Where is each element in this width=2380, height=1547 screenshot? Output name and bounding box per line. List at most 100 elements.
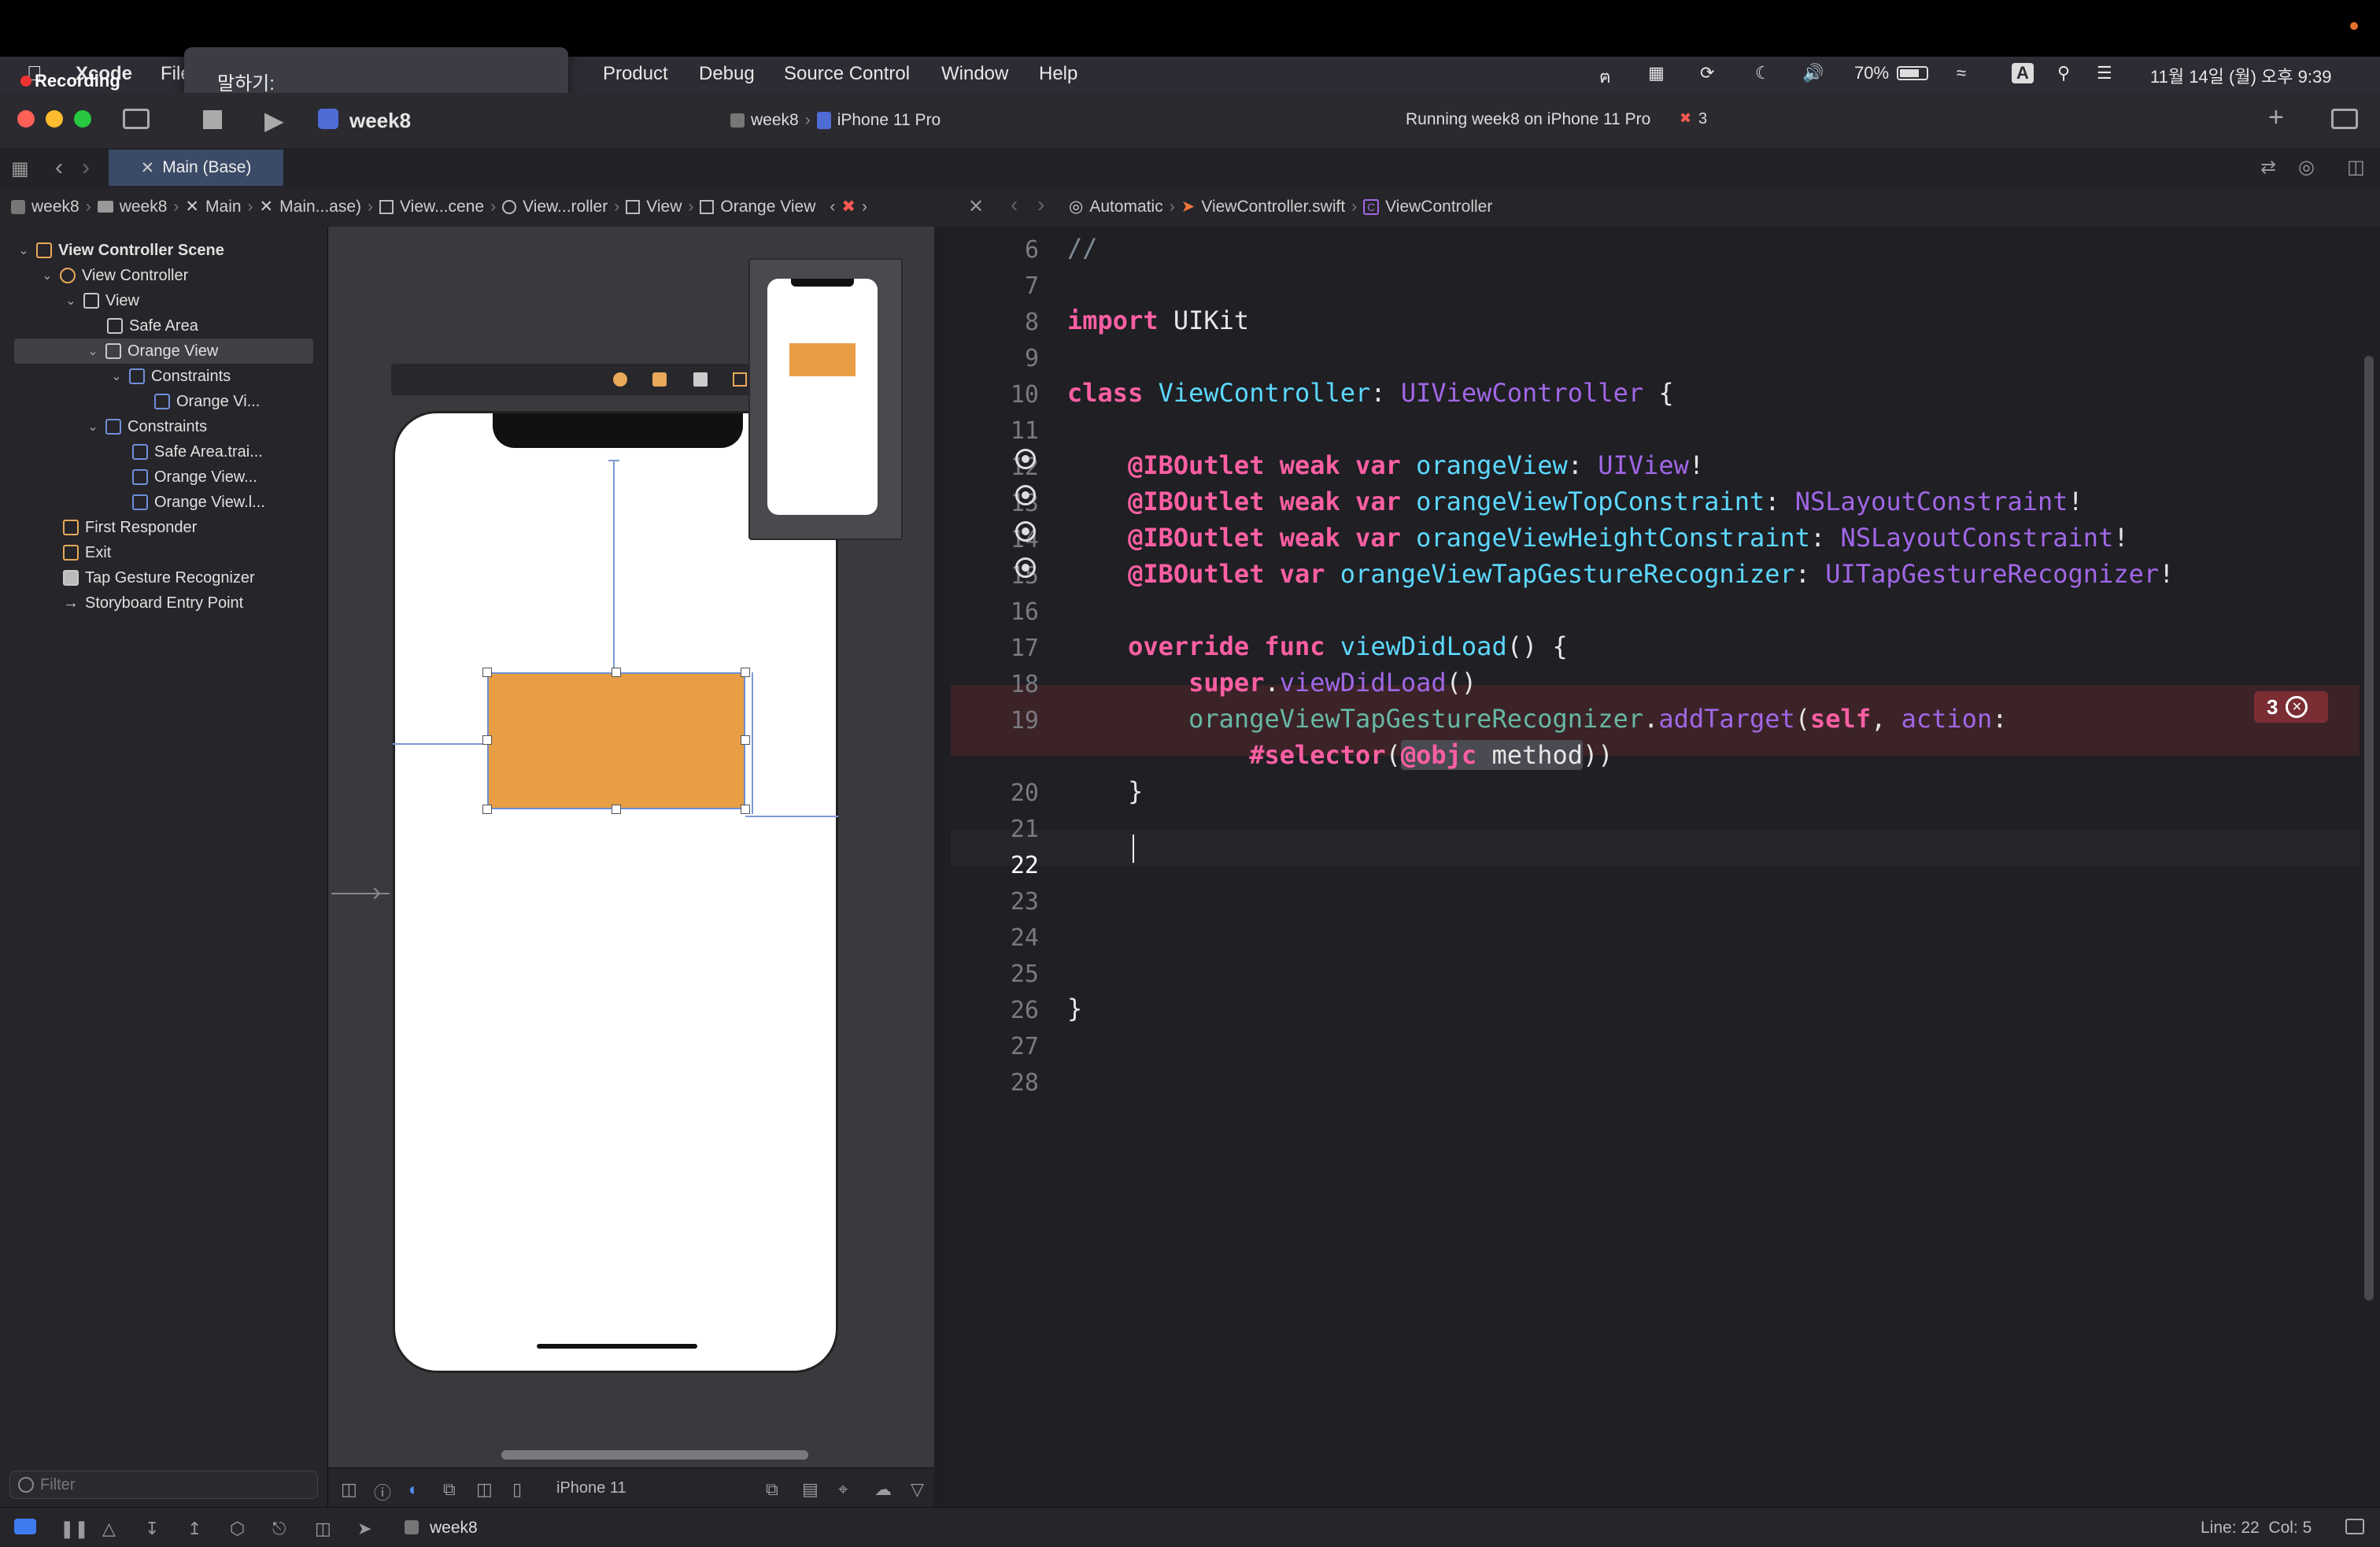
wifi-icon[interactable]: ≈	[1957, 63, 1966, 83]
code-editor[interactable]: 6 7 8 9 10 11 12 13 14 15 16 17 18 19 20 21 22 23 24 25 26 27…	[951, 227, 2380, 1507]
battery-icon[interactable]	[1897, 66, 1928, 80]
device-frame[interactable]	[393, 411, 838, 1373]
script-icon[interactable]: ฅ	[1599, 63, 1611, 91]
appearance-icon[interactable]: ◐	[408, 1479, 419, 1500]
menu-help[interactable]: Help	[1039, 63, 1077, 85]
environment-icon[interactable]: ◫	[315, 1519, 331, 1539]
sync-icon[interactable]: ⟳	[1700, 63, 1714, 83]
outline-row-orange-view[interactable]: ⌄ Orange View	[87, 339, 218, 364]
filter-field[interactable]: Filter	[9, 1471, 318, 1499]
menu-product[interactable]: Product	[603, 63, 668, 85]
view-controller-icon[interactable]	[613, 372, 627, 387]
gesture-icon[interactable]	[693, 372, 708, 387]
scheme-selector[interactable]: week8 › iPhone 11 Pro	[730, 107, 941, 134]
breadcrumb-item[interactable]: View...cene	[400, 198, 484, 217]
split-view-icon[interactable]: ◫	[476, 1479, 493, 1500]
resolve-issues-icon[interactable]: ☁	[874, 1479, 892, 1500]
step-out-icon[interactable]: ↥	[187, 1519, 201, 1539]
view-hierarchy-icon[interactable]: ⬡	[230, 1519, 245, 1539]
breadcrumb-item[interactable]: week8	[120, 198, 168, 217]
align-icon[interactable]: ▤	[802, 1479, 819, 1500]
close-window-button[interactable]	[17, 110, 35, 128]
inspector-toggle-icon[interactable]	[2331, 109, 2358, 129]
resize-handle[interactable]	[612, 668, 621, 677]
outline-row-entry-point[interactable]: → Storyboard Entry Point	[63, 590, 243, 616]
outline-row-view[interactable]: ⌄ View	[65, 288, 139, 313]
volume-icon[interactable]: 🔊	[1802, 63, 1824, 83]
disclosure-open-icon[interactable]: ⌄	[87, 343, 99, 359]
forward-icon[interactable]: ›	[82, 154, 90, 181]
outline-toggle-icon[interactable]: ◫	[341, 1479, 357, 1500]
outline-row-safe-area[interactable]: Safe Area	[107, 313, 198, 339]
error-badge[interactable]: 3 ✕	[2254, 691, 2328, 723]
spotlight-icon[interactable]: ⚲	[2057, 63, 2070, 83]
chevron-left-icon[interactable]: ‹	[830, 198, 835, 217]
tab-main-base[interactable]: ✕ Main (Base)	[109, 150, 283, 186]
disclosure-open-icon[interactable]: ⌄	[17, 242, 30, 258]
back-icon[interactable]: ‹	[1011, 192, 1018, 217]
menu-debug[interactable]: Debug	[699, 63, 755, 85]
add-editor-icon[interactable]: ◫	[2347, 156, 2365, 179]
error-status-icon[interactable]: ✖	[1680, 110, 1691, 127]
disclosure-open-icon[interactable]: ⌄	[87, 419, 99, 435]
outline-row-constraints[interactable]: ⌄ Constraints	[87, 414, 207, 439]
refresh-icon[interactable]: ⇄	[2260, 156, 2276, 179]
forward-icon[interactable]: ›	[1037, 192, 1044, 217]
storyboard-canvas[interactable]: › ◫ ⓘ ◐ ⧉ ◫ ▯ iPhone 11 ⧉ ▤ ⌖ ☁ ▽	[328, 227, 950, 1508]
outlet-connected-icon[interactable]	[1015, 557, 1036, 578]
back-icon[interactable]: ‹	[55, 154, 63, 181]
breadcrumb-item[interactable]: ViewController.swift	[1201, 198, 1345, 217]
menu-window[interactable]: Window	[941, 63, 1008, 85]
step-into-icon[interactable]: ↧	[145, 1519, 159, 1539]
run-icon[interactable]: ▶	[264, 105, 284, 135]
menu-source-control[interactable]: Source Control	[784, 63, 910, 85]
zoom-window-button[interactable]	[74, 110, 91, 128]
resize-handle[interactable]	[741, 668, 750, 677]
scheme-title[interactable]: week8	[349, 109, 411, 133]
orange-view[interactable]	[487, 672, 745, 809]
moon-icon[interactable]: ☾	[1755, 63, 1771, 83]
orientation-icon[interactable]: ⓘ	[374, 1479, 391, 1504]
resize-handle[interactable]	[612, 805, 621, 814]
process-name[interactable]: week8	[430, 1519, 478, 1538]
chevron-right-icon[interactable]: ›	[862, 198, 867, 217]
disclosure-open-icon[interactable]: ⌄	[65, 293, 77, 309]
outline-row-constraint[interactable]: Orange View.l...	[132, 490, 265, 515]
exit-icon[interactable]	[733, 372, 747, 387]
rotate-icon[interactable]: ⧉	[443, 1479, 456, 1500]
minimize-window-button[interactable]	[46, 110, 63, 128]
debug-area-toggle-icon[interactable]	[14, 1519, 36, 1534]
stop-icon[interactable]	[203, 110, 222, 129]
outline-row-constraint[interactable]: Safe Area.trai...	[132, 439, 263, 464]
disclosure-open-icon[interactable]: ⌄	[110, 368, 123, 384]
embed-in-icon[interactable]: ▽	[911, 1479, 924, 1500]
outline-row-constraint[interactable]: Orange View...	[132, 464, 257, 490]
outline-row-constraint[interactable]: Orange Vi...	[154, 389, 260, 414]
breadcrumb-item[interactable]: Main...ase)	[279, 198, 361, 217]
step-over-icon[interactable]: △	[102, 1519, 116, 1539]
grid-app-icon[interactable]: ▦	[1648, 63, 1665, 83]
resize-handle[interactable]	[482, 668, 492, 677]
disclosure-open-icon[interactable]: ⌄	[41, 268, 54, 283]
scene-dock[interactable]	[391, 364, 777, 395]
resize-handle[interactable]	[482, 735, 492, 745]
close-editor-icon[interactable]: ✕	[968, 195, 984, 218]
pause-icon[interactable]: ❚❚	[60, 1519, 89, 1539]
outline-row-view-controller[interactable]: ⌄ View Controller	[41, 263, 188, 288]
horizontal-scrollbar[interactable]	[501, 1450, 808, 1460]
add-constraints-icon[interactable]: ⌖	[838, 1479, 848, 1500]
outline-row-scene[interactable]: ⌄ View Controller Scene	[17, 238, 224, 263]
outline-row-constraints[interactable]: ⌄ Constraints	[110, 364, 231, 389]
outlet-connected-icon[interactable]	[1015, 449, 1036, 469]
breadcrumb-item[interactable]: Automatic	[1089, 198, 1162, 217]
device-icon[interactable]: ▯	[512, 1479, 522, 1500]
navigator-toggle-icon[interactable]	[123, 109, 150, 129]
first-responder-icon[interactable]	[652, 372, 667, 387]
zoom-fit-icon[interactable]: ⧉	[766, 1479, 778, 1500]
minimap[interactable]	[748, 258, 903, 540]
device-name[interactable]: iPhone 11 Pro	[837, 111, 941, 130]
breadcrumb-item[interactable]: week8	[31, 198, 79, 217]
error-issue-icon[interactable]: ✖	[841, 197, 856, 217]
editor-scrollbar[interactable]	[2364, 356, 2374, 1301]
scheme-crumb[interactable]: week8	[751, 111, 799, 130]
